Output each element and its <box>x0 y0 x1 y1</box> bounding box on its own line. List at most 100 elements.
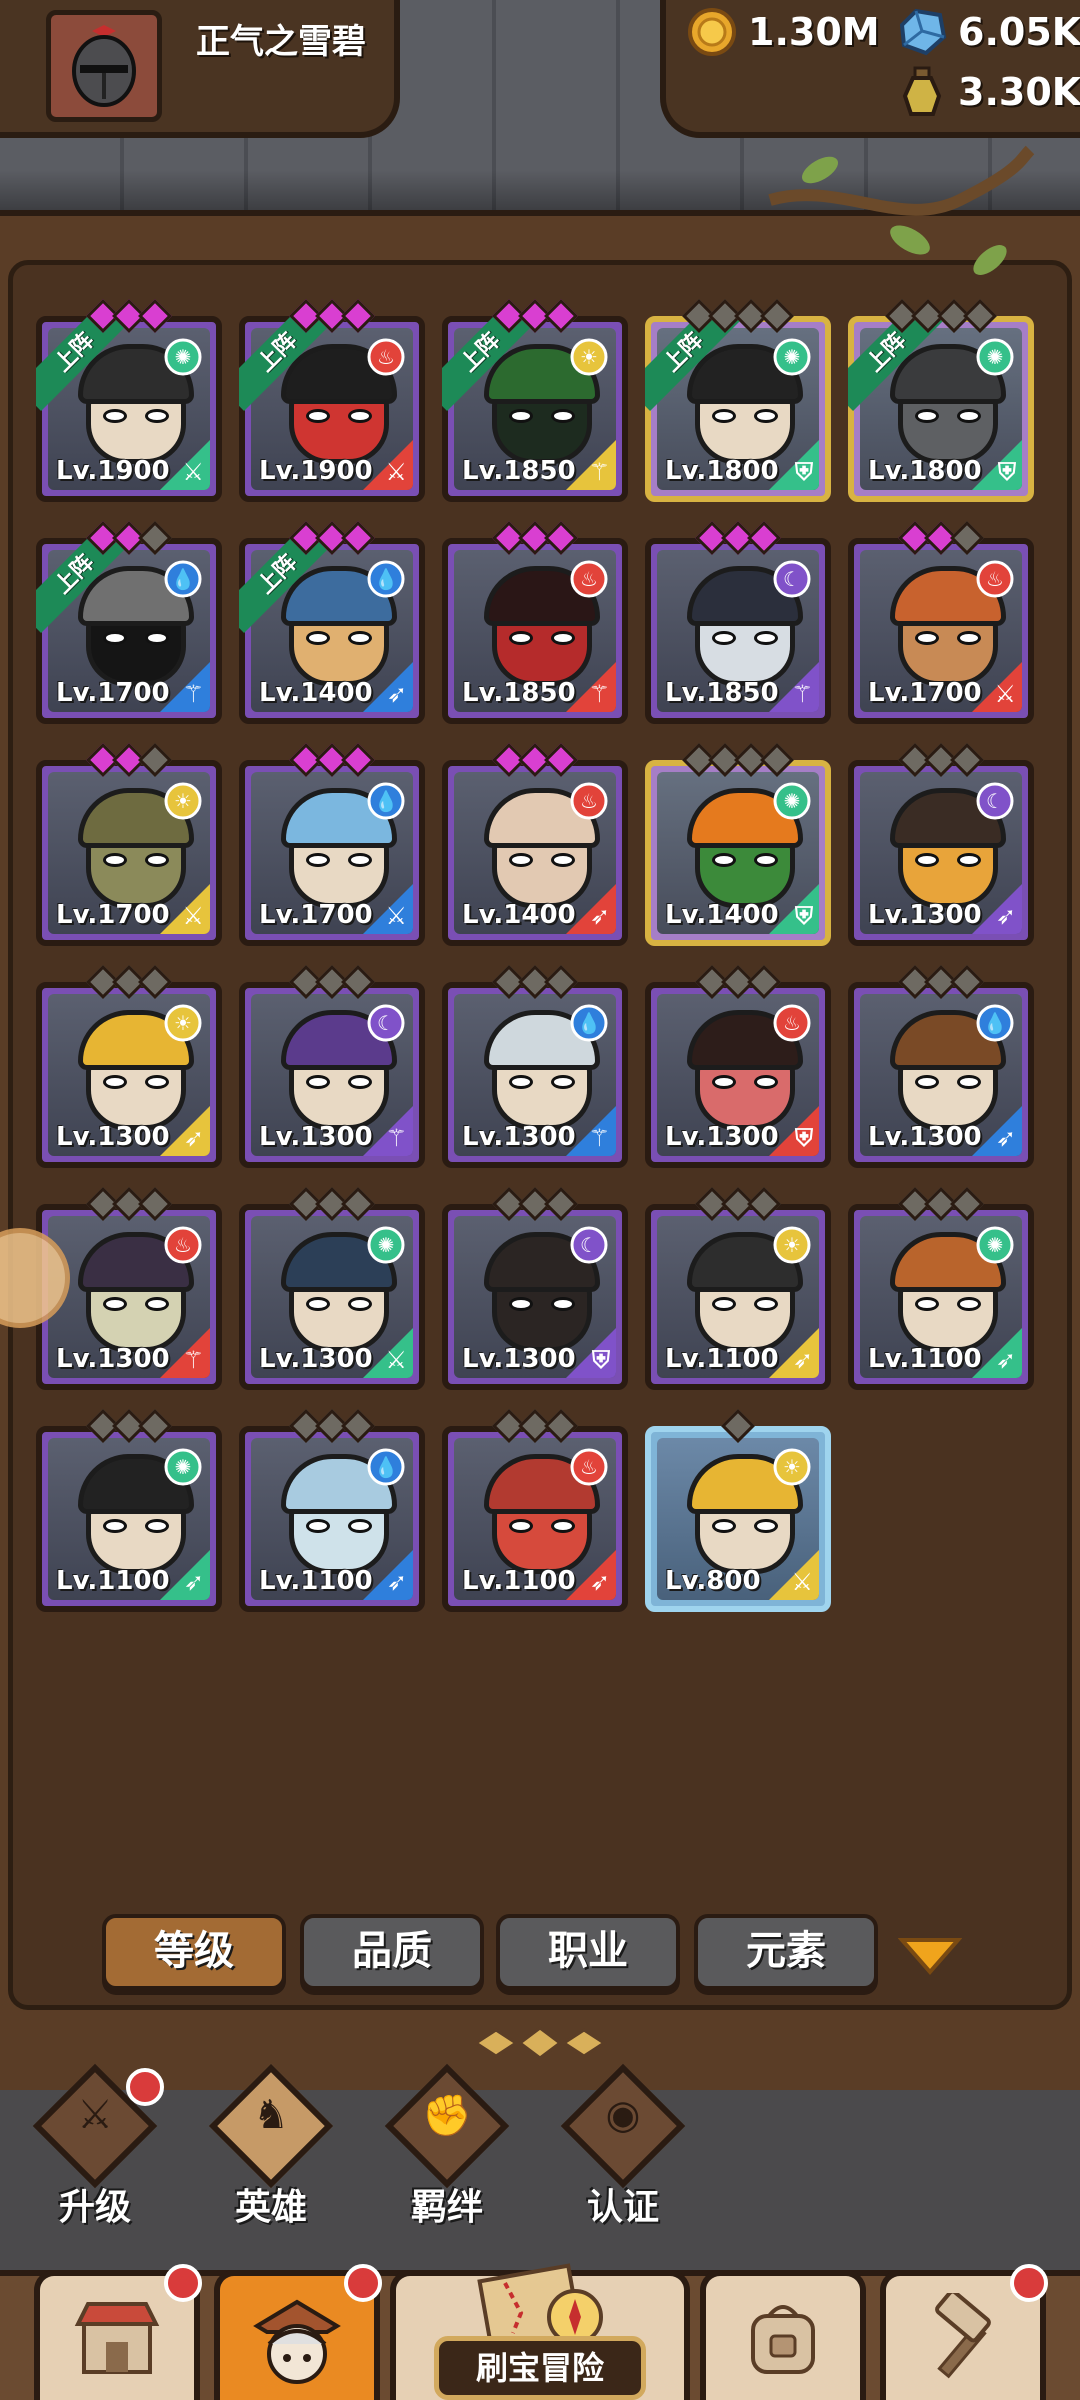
hero-portrait: ⚔ Lv.1700 ☀ <box>48 772 210 934</box>
hero-card[interactable]: ⚔ Lv.1700 ☀ <box>36 743 222 946</box>
rank-gem-icon <box>721 1409 755 1443</box>
hero-card[interactable]: ➶ Lv.1400 💧 上阵 <box>239 521 425 724</box>
eye <box>712 631 736 645</box>
hero-star-rank <box>86 1409 172 1443</box>
hero-eyes <box>712 1519 778 1533</box>
dark-element-icon: ☾ <box>773 560 811 598</box>
sort-by-quality-button[interactable]: 品质 <box>300 1914 484 1990</box>
rank-gem-icon <box>138 1409 172 1443</box>
svg-text:☾: ☾ <box>986 789 1004 813</box>
rank-gem-icon <box>544 521 578 555</box>
hero-portrait: ⚚ Lv.1850 ☾ <box>657 550 819 712</box>
sort-by-element-button[interactable]: 元素 <box>694 1914 878 1990</box>
hero-tab[interactable]: ♞ 英雄 <box>196 2058 346 2238</box>
shield-class-icon: ⛨ <box>795 902 813 930</box>
hero-star-rank <box>695 965 781 999</box>
player-plate: 正气之雪碧 <box>0 0 400 138</box>
rank-gem-icon <box>544 965 578 999</box>
staff-class-icon: ⚚ <box>385 1124 407 1152</box>
hero-card[interactable]: ⚚ Lv.1300 💧 <box>442 965 628 1168</box>
rank-gem-icon <box>341 1409 375 1443</box>
hero-card[interactable]: ⚔ Lv.1300 ✺ <box>239 1187 425 1390</box>
dark-element-icon: ☾ <box>570 1226 608 1264</box>
hero-card[interactable]: ⛨ Lv.1400 ✺ <box>645 743 831 946</box>
hero-eyes <box>712 1297 778 1311</box>
shop-tab[interactable] <box>34 2264 202 2400</box>
hero-card[interactable]: ⛨ Lv.1300 ☾ <box>442 1187 628 1390</box>
sort-by-class-button[interactable]: 职业 <box>496 1914 680 1990</box>
hero-card[interactable]: ⛨ Lv.1800 ✺ 上阵 <box>848 299 1034 502</box>
hero-portrait: ⚔ Lv.800 ☀ <box>657 1438 819 1600</box>
hero-card[interactable]: ⚚ Lv.1700 💧 上阵 <box>36 521 222 724</box>
hero-star-rank <box>898 1187 984 1221</box>
svg-text:☀: ☀ <box>174 1011 192 1035</box>
hero-card[interactable]: ⛨ Lv.1300 ♨ <box>645 965 831 1168</box>
hero-card[interactable]: ⚚ Lv.1850 ♨ <box>442 521 628 724</box>
hero-card[interactable]: ➶ Lv.1100 💧 <box>239 1409 425 1612</box>
hero-card[interactable]: ➶ Lv.1300 💧 <box>848 965 1034 1168</box>
hero-card[interactable]: ⚔ Lv.800 ☀ <box>645 1409 831 1612</box>
hero-card[interactable]: ➶ Lv.1100 ✺ <box>36 1409 222 1612</box>
hero-card[interactable]: ⚚ Lv.1850 ☀ 上阵 <box>442 299 628 502</box>
hero-card[interactable]: ➶ Lv.1400 ♨ <box>442 743 628 946</box>
certify-tab[interactable]: ◉ 认证 <box>548 2058 698 2238</box>
player-avatar[interactable] <box>46 10 162 122</box>
gold-counter[interactable]: 1.30M <box>686 6 880 58</box>
rank-gem-icon <box>138 1187 172 1221</box>
hero-card[interactable]: ➶ Lv.1300 ☾ <box>848 743 1034 946</box>
hero-star-rank <box>682 299 794 333</box>
player-name: 正气之雪碧 <box>196 22 366 62</box>
bond-tab[interactable]: ✊ 羁绊 <box>372 2058 522 2238</box>
eye <box>103 1075 127 1089</box>
hero-card[interactable]: ⚔ Lv.1900 ♨ 上阵 <box>239 299 425 502</box>
svg-text:✺: ✺ <box>987 345 1004 369</box>
svg-text:💧: 💧 <box>577 1011 602 1035</box>
deployed-ribbon: 上阵 <box>442 316 538 412</box>
hero-card[interactable]: ➶ Lv.1100 ☀ <box>645 1187 831 1390</box>
backpack-tab[interactable] <box>700 2270 866 2400</box>
treasure-adventure-label[interactable]: 刷宝冒险 <box>434 2336 646 2400</box>
hero-star-rank <box>695 1187 781 1221</box>
hero-card[interactable]: ⚔ Lv.1900 ✺ 上阵 <box>36 299 222 502</box>
eye <box>915 1297 939 1311</box>
hero-portrait: ➶ Lv.1400 ♨ <box>454 772 616 934</box>
potion-counter[interactable]: 3.30K <box>896 66 1080 118</box>
hero-eyes <box>103 853 169 867</box>
hero-portrait: ⚚ Lv.1300 ☾ <box>251 994 413 1156</box>
deployed-ribbon-label: 上阵 <box>239 316 335 411</box>
hero-eyes <box>509 1075 575 1089</box>
hero-card[interactable]: ➶ Lv.1100 ♨ <box>442 1409 628 1612</box>
hero-portrait: ➶ Lv.1300 ☀ <box>48 994 210 1156</box>
hero-card[interactable]: ⚔ Lv.1700 ♨ <box>848 521 1034 724</box>
gem-counter[interactable]: 6.05K <box>896 6 1080 58</box>
rank-gem-icon <box>950 965 984 999</box>
deployed-ribbon: 上阵 <box>36 538 132 634</box>
forge-tab[interactable] <box>880 2264 1048 2400</box>
wind-element-icon: ✺ <box>976 1226 1014 1264</box>
sort-dropdown-arrow-icon[interactable] <box>898 1936 962 1976</box>
hero-card[interactable]: ⚚ Lv.1300 ☾ <box>239 965 425 1168</box>
eye <box>957 1297 981 1311</box>
hero-card[interactable]: ⛨ Lv.1800 ✺ 上阵 <box>645 299 831 502</box>
hero-star-rank <box>289 743 375 777</box>
hero-eyes <box>306 1519 372 1533</box>
gem-icon <box>896 6 948 58</box>
hero-level: Lv.1800 <box>665 456 779 486</box>
hero-card[interactable]: ➶ Lv.1100 ✺ <box>848 1187 1034 1390</box>
hero-portrait: ⚚ Lv.1300 💧 <box>454 994 616 1156</box>
fire-element-icon: ♨ <box>164 1226 202 1264</box>
hero-card[interactable]: ➶ Lv.1300 ☀ <box>36 965 222 1168</box>
eye <box>754 853 778 867</box>
svg-text:☾: ☾ <box>580 1233 598 1257</box>
eye <box>712 1519 736 1533</box>
eye-icon: ◉ <box>605 2092 641 2138</box>
upgrade-tab[interactable]: ⚔ 升级 <box>20 2058 170 2238</box>
dark-element-icon: ☾ <box>976 782 1014 820</box>
hero-portrait-tab[interactable] <box>214 2264 382 2400</box>
hero-level: Lv.1100 <box>665 1344 779 1374</box>
sort-by-level-button[interactable]: 等级 <box>102 1914 286 1990</box>
hero-level: Lv.1700 <box>56 900 170 930</box>
water-element-icon: 💧 <box>367 560 405 598</box>
hero-card[interactable]: ⚚ Lv.1850 ☾ <box>645 521 831 724</box>
hero-card[interactable]: ⚔ Lv.1700 💧 <box>239 743 425 946</box>
